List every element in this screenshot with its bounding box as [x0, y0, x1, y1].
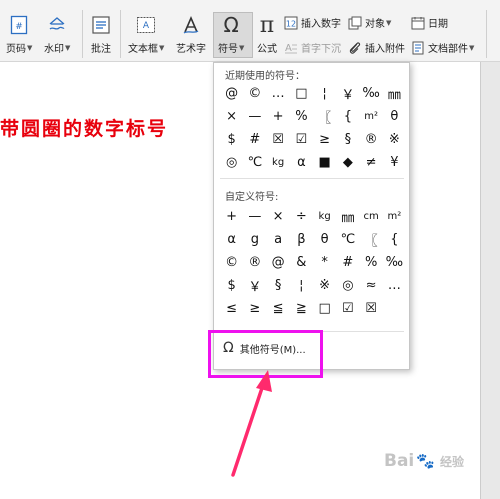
watermark-logo: Bai 🐾 经验 [384, 451, 464, 471]
watermark-brand-2: 经验 [439, 454, 464, 469]
watermark-brand: Bai [384, 451, 415, 471]
paw-icon: 🐾 [416, 452, 435, 470]
annotation-arrow [231, 370, 272, 477]
